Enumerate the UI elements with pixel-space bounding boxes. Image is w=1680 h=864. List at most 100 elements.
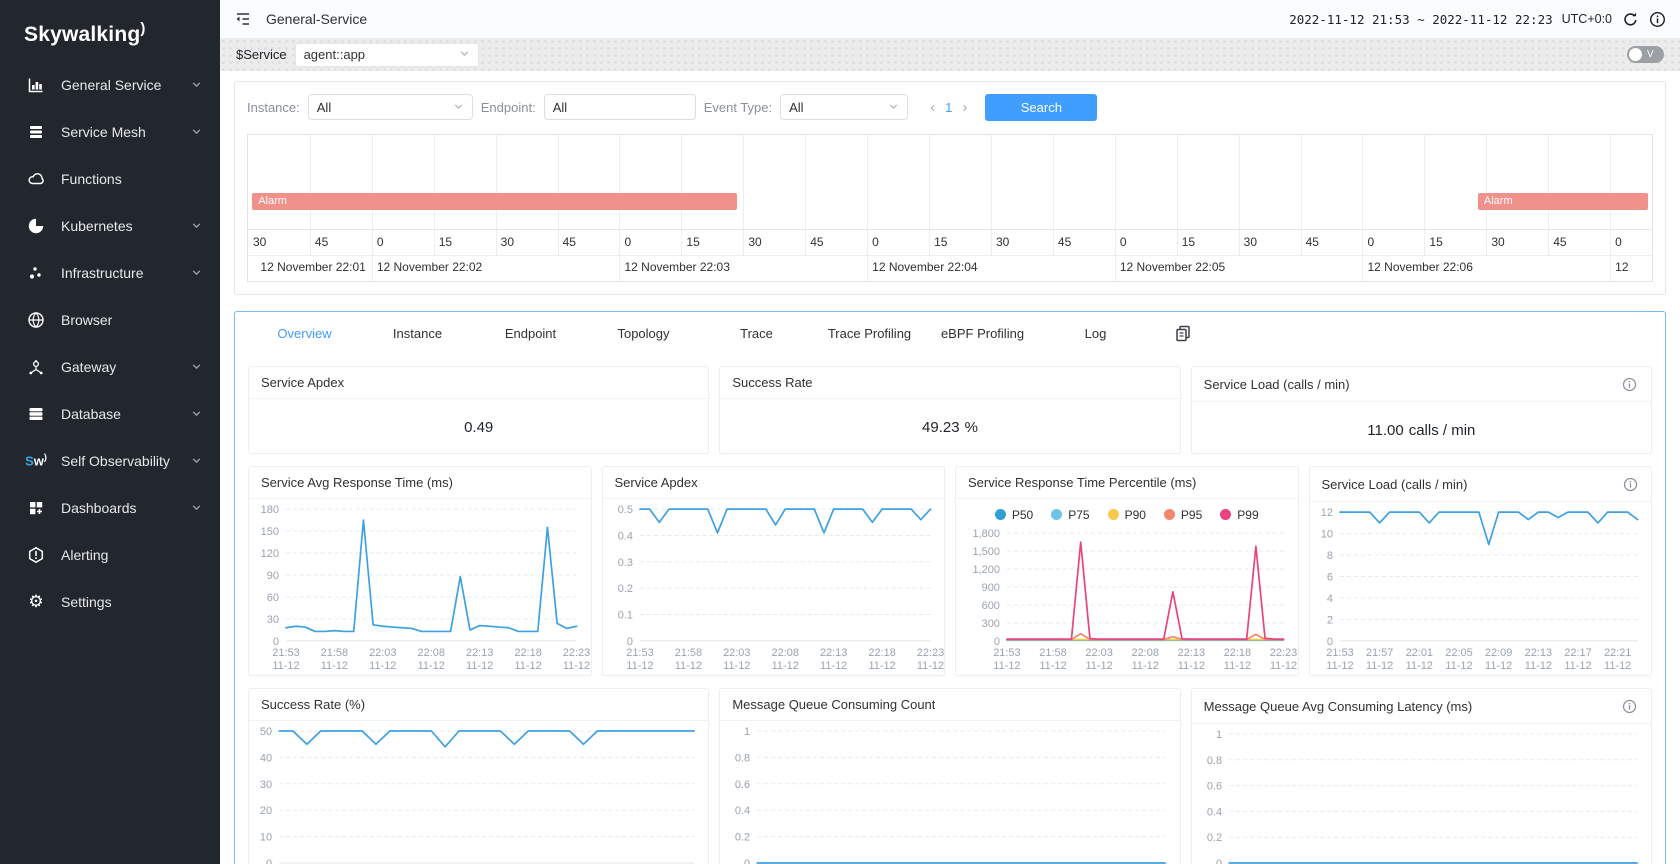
timeline-gridline <box>991 135 992 229</box>
service-label: $Service <box>236 47 287 62</box>
stat-unit: calls / min <box>1409 422 1476 439</box>
stat-value: 49.23% <box>720 399 1179 455</box>
time-range[interactable]: 2022-11-12 21:53 ~ 2022-11-12 22:23 <box>1289 12 1552 27</box>
logo-swoosh-icon: ) <box>140 20 145 37</box>
timeline-gridline <box>1610 135 1611 229</box>
sidebar-item-browser[interactable]: Browser <box>0 296 220 343</box>
timeline-tick-label: 45 <box>810 235 823 249</box>
chevron-down-icon <box>191 406 202 422</box>
tab-overview[interactable]: Overview <box>248 326 361 341</box>
info-icon[interactable] <box>1621 697 1639 715</box>
timeline-tick-label: 0 <box>1615 235 1622 249</box>
sidebar-item-kubernetes[interactable]: Kubernetes <box>0 202 220 249</box>
card-title: Service Avg Response Time (ms) <box>261 475 453 490</box>
event-type-select[interactable]: All <box>780 94 908 120</box>
legend-item-p75[interactable]: P75 <box>1051 506 1089 523</box>
stat-unit: % <box>965 419 978 436</box>
legend-item-p95[interactable]: P95 <box>1164 506 1202 523</box>
svg-text:21:57: 21:57 <box>1365 647 1392 659</box>
card-title-row: Service Avg Response Time (ms) <box>249 467 591 499</box>
app-logo: Skywalking) <box>0 0 220 61</box>
timeline-tick-label: 15 <box>686 235 699 249</box>
search-button[interactable]: Search <box>985 94 1097 121</box>
copy-icon[interactable] <box>1174 324 1192 342</box>
sidebar-item-infrastructure[interactable]: Infrastructure <box>0 249 220 296</box>
sidebar-item-alerting[interactable]: Alerting <box>0 531 220 578</box>
instance-select-value: All <box>317 100 331 115</box>
svg-text:50: 50 <box>260 726 272 738</box>
alarm-bar[interactable]: Alarm <box>252 193 736 210</box>
next-page-button[interactable]: › <box>962 99 967 116</box>
timeline-tick-label: 15 <box>1429 235 1442 249</box>
sidebar: Skywalking) General Service Service Mesh F… <box>0 0 220 864</box>
sidebar-item-self-observability[interactable]: Sw)Self Observability <box>0 437 220 484</box>
svg-text:2: 2 <box>1326 614 1332 626</box>
instance-label: Instance: <box>247 100 300 115</box>
timeline-date-label: 12 November 22:02 <box>377 260 482 274</box>
info-icon[interactable] <box>1648 10 1666 28</box>
svg-text:21:53: 21:53 <box>993 647 1020 659</box>
dashboard-panel: OverviewInstanceEndpointTopologyTraceTra… <box>234 311 1666 864</box>
svg-text:0.4: 0.4 <box>617 530 632 542</box>
legend-item-p50[interactable]: P50 <box>995 506 1033 523</box>
timeline-gridline <box>1115 135 1116 229</box>
card-title-row: Message Queue Avg Consuming Latency (ms) <box>1192 689 1651 724</box>
chart-icon <box>26 75 46 95</box>
legend-item-p90[interactable]: P90 <box>1108 506 1146 523</box>
sidebar-item-general-service[interactable]: General Service <box>0 61 220 108</box>
prev-page-button[interactable]: ‹ <box>930 99 935 116</box>
tab-trace-profiling[interactable]: Trace Profiling <box>813 326 926 341</box>
info-icon[interactable] <box>1621 475 1639 493</box>
tab-endpoint[interactable]: Endpoint <box>474 326 587 341</box>
tab-topology[interactable]: Topology <box>587 326 700 341</box>
chevron-down-icon <box>888 100 899 115</box>
tab-instance[interactable]: Instance <box>361 326 474 341</box>
svg-text:11-12: 11-12 <box>1485 660 1512 672</box>
svg-text:11-12: 11-12 <box>916 660 943 672</box>
sidebar-item-dashboards[interactable]: Dashboards <box>0 484 220 531</box>
svg-text:21:58: 21:58 <box>1039 647 1066 659</box>
service-select[interactable]: agent::app <box>295 43 479 67</box>
event-type-label: Event Type: <box>704 100 772 115</box>
svg-text:22:09: 22:09 <box>1484 647 1511 659</box>
chevron-down-icon <box>191 359 202 375</box>
svg-text:11-12: 11-12 <box>321 660 348 672</box>
sidebar-item-gateway[interactable]: Gateway <box>0 343 220 390</box>
svg-text:21:53: 21:53 <box>272 647 299 659</box>
timeline-gridline <box>558 135 559 229</box>
info-icon[interactable] <box>1621 375 1639 393</box>
tab-trace[interactable]: Trace <box>700 326 813 341</box>
event-type-select-value: All <box>789 100 803 115</box>
timeline-tick-label: 0 <box>1120 235 1127 249</box>
svg-text:22:13: 22:13 <box>1524 647 1551 659</box>
sidebar-item-label: Service Mesh <box>61 124 191 140</box>
main-area: General-Service 2022-11-12 21:53 ~ 2022-… <box>220 0 1680 864</box>
collapse-sidebar-icon[interactable] <box>234 9 254 29</box>
alarm-bar[interactable]: Alarm <box>1478 193 1648 210</box>
timeline-tick-label: 30 <box>748 235 761 249</box>
timeline-gridline <box>1610 230 1611 255</box>
chart-svg: 030609012015018021:5311-1221:5811-1222:0… <box>249 499 591 675</box>
refresh-icon[interactable] <box>1621 10 1639 28</box>
timeline-gridline <box>743 230 744 255</box>
timeline-gridline <box>681 135 682 229</box>
tab-log[interactable]: Log <box>1039 326 1152 341</box>
svg-text:22:23: 22:23 <box>916 647 943 659</box>
sidebar-item-database[interactable]: Database <box>0 390 220 437</box>
timeline-tick-label: 30 <box>1244 235 1257 249</box>
legend-label: P50 <box>1012 508 1033 522</box>
instance-select[interactable]: All <box>308 94 473 120</box>
svg-text:22:03: 22:03 <box>723 647 750 659</box>
timeline-gridline <box>496 230 497 255</box>
view-toggle[interactable]: V <box>1627 46 1664 63</box>
endpoint-input[interactable]: All <box>544 94 696 120</box>
legend-item-p99[interactable]: P99 <box>1220 506 1258 523</box>
sidebar-item-settings[interactable]: ⚙Settings <box>0 578 220 625</box>
timeline-minute-line <box>1362 256 1363 281</box>
globe-icon <box>26 310 46 330</box>
svg-text:0.8: 0.8 <box>1207 755 1222 767</box>
timeline-tick-label: 0 <box>1367 235 1374 249</box>
sidebar-item-functions[interactable]: Functions <box>0 155 220 202</box>
sidebar-item-service-mesh[interactable]: Service Mesh <box>0 108 220 155</box>
tab-ebpf-profiling[interactable]: eBPF Profiling <box>926 326 1039 341</box>
